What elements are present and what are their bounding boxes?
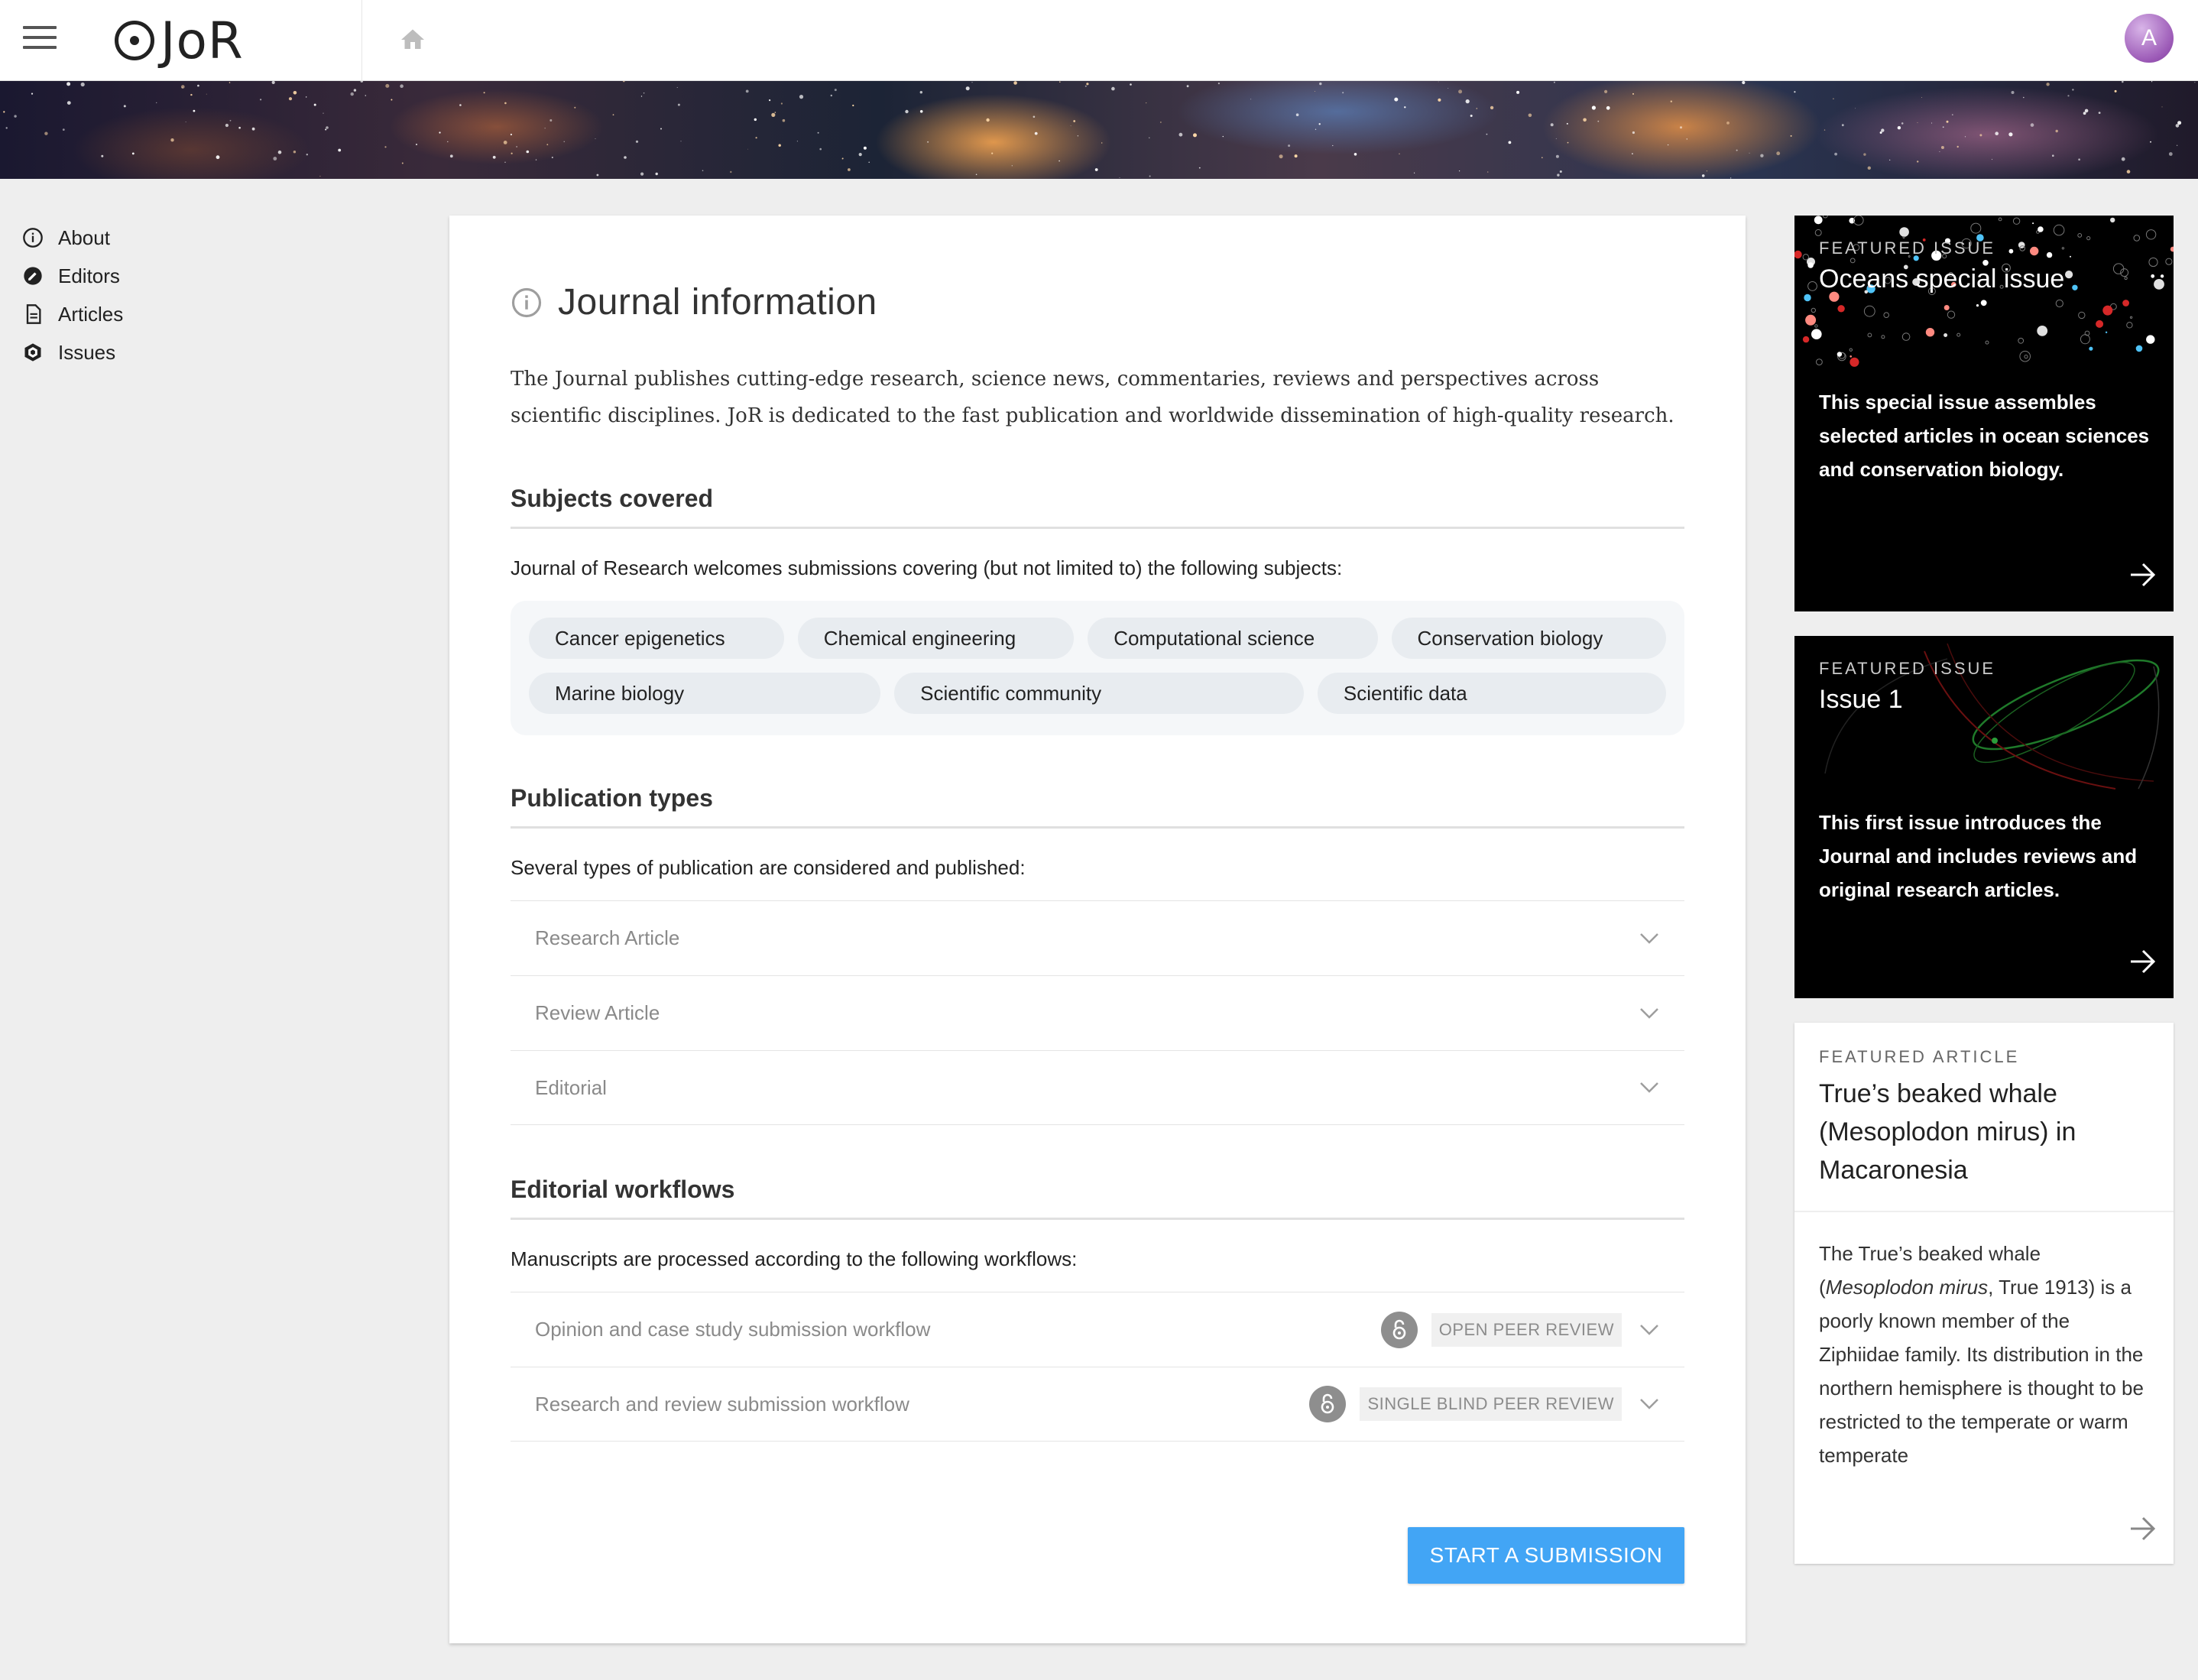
header-banner <box>0 81 2198 179</box>
chevron-down-icon <box>1640 1007 1658 1019</box>
featured-issue-card[interactable]: FEATURED ISSUE Oceans special issue This… <box>1794 216 2174 611</box>
chevron-down-icon <box>1640 1324 1658 1335</box>
description-text: , True 1913) is a poorly known member of… <box>1819 1276 2144 1467</box>
featured-description: This special issue assembles selected ar… <box>1819 391 2150 481</box>
article-icon <box>21 303 44 326</box>
workflow-item[interactable]: Opinion and case study submission workfl… <box>511 1292 1684 1367</box>
sidebar-item-about[interactable]: About <box>21 219 251 257</box>
journal-info-card: Journal information The Journal publishe… <box>449 216 1746 1643</box>
publication-type-label: Research Article <box>535 926 680 949</box>
featured-article-card[interactable]: FEATURED ARTICLE True’s beaked whale (Me… <box>1794 1023 2174 1564</box>
workflows-list: Opinion and case study submission workfl… <box>511 1292 1684 1442</box>
sidebar-item-label: Issues <box>58 340 116 364</box>
featured-issue-card[interactable]: FEATURED ISSUE Issue 1 This first issue … <box>1794 636 2174 998</box>
home-icon[interactable] <box>399 26 426 54</box>
open-access-icon <box>1380 1311 1418 1348</box>
page-title-row: Journal information <box>511 281 877 323</box>
featured-kicker: FEATURED ISSUE <box>1819 659 1996 678</box>
menu-icon[interactable] <box>23 26 57 54</box>
review-type-badge: OPEN PEER REVIEW <box>1431 1312 1622 1347</box>
featured-description: This first issue introduces the Journal … <box>1819 811 2138 901</box>
intro-text: The Journal publishes cutting-edge resea… <box>511 368 1674 427</box>
card-divider <box>1794 1211 2174 1212</box>
featured-description: The True’s beaked whale (Mesoplodon miru… <box>1819 1237 2155 1472</box>
editors-icon <box>21 264 44 287</box>
subjects-description: Journal of Research welcomes submissions… <box>511 556 1343 579</box>
sidebar-item-label: About <box>58 225 110 249</box>
publication-type-item[interactable]: Review Article <box>511 975 1684 1050</box>
subject-chip[interactable]: Chemical engineering <box>797 618 1075 659</box>
arrow-right-icon[interactable] <box>2128 561 2158 589</box>
top-divider <box>361 0 362 81</box>
logo-circle-icon <box>115 21 154 60</box>
sidebar-item-label: Editors <box>58 264 120 287</box>
issues-icon <box>21 341 44 364</box>
featured-title: Issue 1 <box>1819 685 1903 714</box>
chevron-down-icon <box>1640 1082 1658 1093</box>
chevron-down-icon <box>1640 1399 1658 1409</box>
publication-types-list: Research Article Review Article Editoria… <box>511 900 1684 1125</box>
sidebar-item-articles[interactable]: Articles <box>21 295 251 333</box>
top-app-bar: JoR A <box>0 0 2198 81</box>
subject-chips: Cancer epigenetics Chemical engineering … <box>511 601 1684 735</box>
publication-type-label: Editorial <box>535 1075 607 1099</box>
review-type-badge: SINGLE BLIND PEER REVIEW <box>1360 1387 1622 1421</box>
featured-kicker: FEATURED ISSUE <box>1819 238 1996 258</box>
publication-type-item[interactable]: Research Article <box>511 900 1684 975</box>
subject-chip[interactable]: Cancer epigenetics <box>529 618 784 659</box>
page-title: Journal information <box>558 282 877 323</box>
species-name: Mesoplodon mirus <box>1825 1276 1989 1299</box>
workflow-item[interactable]: Research and review submission workflow … <box>511 1367 1684 1442</box>
workflow-label: Opinion and case study submission workfl… <box>535 1318 931 1341</box>
starfield-art <box>3 81 2196 179</box>
arrow-right-icon[interactable] <box>2128 1515 2158 1542</box>
publication-types-heading: Publication types <box>511 784 1684 829</box>
journal-logo[interactable]: JoR <box>115 11 244 70</box>
info-icon <box>511 287 542 317</box>
publication-type-item[interactable]: Editorial <box>511 1050 1684 1125</box>
sidebar-item-label: Articles <box>58 302 124 326</box>
info-icon <box>21 226 44 249</box>
subject-chip[interactable]: Marine biology <box>529 673 881 714</box>
subject-chip[interactable]: Scientific data <box>1317 673 1666 714</box>
subject-chip[interactable]: Scientific community <box>894 673 1304 714</box>
sidebar-item-issues[interactable]: Issues <box>21 333 251 371</box>
workflow-label: Research and review submission workflow <box>535 1392 909 1416</box>
logo-text: JoR <box>160 11 244 70</box>
publication-type-label: Review Article <box>535 1001 660 1024</box>
featured-kicker: FEATURED ARTICLE <box>1819 1047 2020 1066</box>
sidebar-nav: About Editors Articles Issues <box>21 219 251 371</box>
open-access-icon <box>1309 1386 1347 1422</box>
featured-title: True’s beaked whale (Mesoplodon mirus) i… <box>1819 1079 2076 1185</box>
start-submission-button[interactable]: START A SUBMISSION <box>1408 1527 1684 1584</box>
arrow-right-icon[interactable] <box>2128 948 2158 975</box>
workflows-heading: Editorial workflows <box>511 1176 1684 1220</box>
subject-chip[interactable]: Computational science <box>1088 618 1378 659</box>
sidebar-item-editors[interactable]: Editors <box>21 257 251 295</box>
featured-title: Oceans special issue <box>1819 264 2065 294</box>
chevron-down-icon <box>1640 932 1658 944</box>
subjects-heading: Subjects covered <box>511 485 1684 529</box>
workflows-description: Manuscripts are processed according to t… <box>511 1247 1078 1270</box>
subject-chip[interactable]: Conservation biology <box>1391 618 1666 659</box>
publication-types-description: Several types of publication are conside… <box>511 856 1026 879</box>
user-avatar[interactable]: A <box>2125 14 2174 63</box>
